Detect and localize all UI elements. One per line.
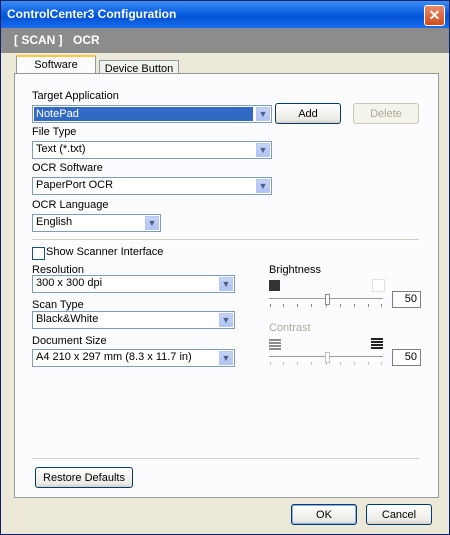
divider	[32, 239, 419, 241]
scan-type-label: Scan Type	[32, 299, 84, 311]
tick	[311, 304, 312, 307]
ok-button[interactable]: OK	[291, 504, 357, 525]
brightness-label: Brightness	[269, 264, 321, 276]
document-size-select[interactable]: A4 210 x 297 mm (8.3 x 11.7 in) ▼	[32, 349, 235, 367]
tick	[270, 304, 271, 307]
tick	[326, 362, 327, 365]
target-application-label: Target Application	[32, 90, 119, 102]
tick	[354, 362, 355, 365]
chevron-down-icon[interactable]: ▼	[145, 216, 159, 230]
chevron-down-icon[interactable]: ▼	[219, 351, 233, 365]
tick	[283, 304, 284, 307]
add-button[interactable]: Add	[275, 103, 341, 124]
delete-button-label: Delete	[370, 108, 402, 120]
tick	[340, 362, 341, 365]
chevron-down-icon[interactable]: ▼	[256, 143, 270, 157]
title-bar[interactable]: ControlCenter3 Configuration ✕	[1, 1, 449, 28]
ocr-software-select[interactable]: PaperPort OCR ▼	[32, 177, 272, 195]
file-type-label: File Type	[32, 126, 77, 138]
cancel-button[interactable]: Cancel	[366, 504, 432, 525]
tick	[270, 362, 271, 365]
tick	[354, 304, 355, 307]
configuration-window: ControlCenter3 Configuration ✕ [ SCAN ] …	[0, 0, 450, 535]
close-button[interactable]: ✕	[424, 5, 445, 26]
brightness-value[interactable]: 50	[392, 291, 421, 308]
resolution-select[interactable]: 300 x 300 dpi ▼	[32, 275, 235, 293]
file-type-select[interactable]: Text (*.txt) ▼	[32, 141, 272, 159]
tab-panel: Target Application NotePad ▼ Add Delete …	[14, 73, 439, 498]
close-icon: ✕	[428, 7, 441, 23]
light-square-icon	[372, 279, 385, 292]
ocr-software-value: PaperPort OCR	[36, 179, 114, 191]
tick	[283, 362, 284, 365]
show-scanner-interface-checkbox[interactable]	[32, 247, 45, 260]
chevron-down-icon[interactable]: ▼	[219, 277, 233, 291]
divider	[32, 458, 419, 460]
tick	[368, 304, 369, 307]
tick	[340, 304, 341, 307]
show-scanner-interface-label: Show Scanner Interface	[46, 246, 164, 258]
tick	[297, 304, 298, 307]
window-title: ControlCenter3 Configuration	[7, 7, 177, 21]
chevron-down-icon[interactable]: ▼	[256, 179, 270, 193]
tick	[297, 362, 298, 365]
chevron-down-icon[interactable]: ▼	[219, 313, 233, 327]
target-application-value: NotePad	[34, 107, 253, 121]
target-application-select[interactable]: NotePad ▼	[32, 105, 272, 123]
ocr-language-value: English	[36, 216, 73, 228]
cancel-button-label: Cancel	[381, 509, 417, 521]
restore-defaults-button[interactable]: Restore Defaults	[35, 467, 133, 488]
ocr-software-label: OCR Software	[32, 162, 103, 174]
file-type-value: Text (*.txt)	[36, 143, 86, 155]
contrast-value[interactable]: 50	[392, 349, 421, 366]
tick	[368, 362, 369, 365]
tick	[311, 362, 312, 365]
resolution-value: 300 x 300 dpi	[36, 277, 103, 289]
high-contrast-icon	[371, 338, 383, 350]
ok-button-label: OK	[316, 509, 332, 521]
chevron-down-icon[interactable]: ▼	[256, 107, 270, 121]
dark-square-icon	[269, 280, 280, 291]
tick	[326, 304, 327, 307]
header-band: [ SCAN ] OCR	[1, 28, 449, 53]
restore-defaults-label: Restore Defaults	[43, 472, 125, 484]
contrast-label: Contrast	[269, 322, 311, 334]
low-contrast-icon	[269, 339, 281, 350]
tick	[381, 362, 382, 365]
ocr-language-select[interactable]: English ▼	[32, 214, 161, 232]
ocr-language-label: OCR Language	[32, 199, 109, 211]
document-size-value: A4 210 x 297 mm (8.3 x 11.7 in)	[36, 351, 192, 363]
ocr-label: OCR	[73, 33, 100, 47]
tick	[381, 304, 382, 307]
add-button-label: Add	[298, 108, 318, 120]
scan-label: [ SCAN ]	[14, 33, 63, 47]
scan-type-select[interactable]: Black&White ▼	[32, 311, 235, 329]
scan-type-value: Black&White	[36, 313, 99, 325]
document-size-label: Document Size	[32, 335, 107, 347]
delete-button[interactable]: Delete	[353, 103, 419, 124]
